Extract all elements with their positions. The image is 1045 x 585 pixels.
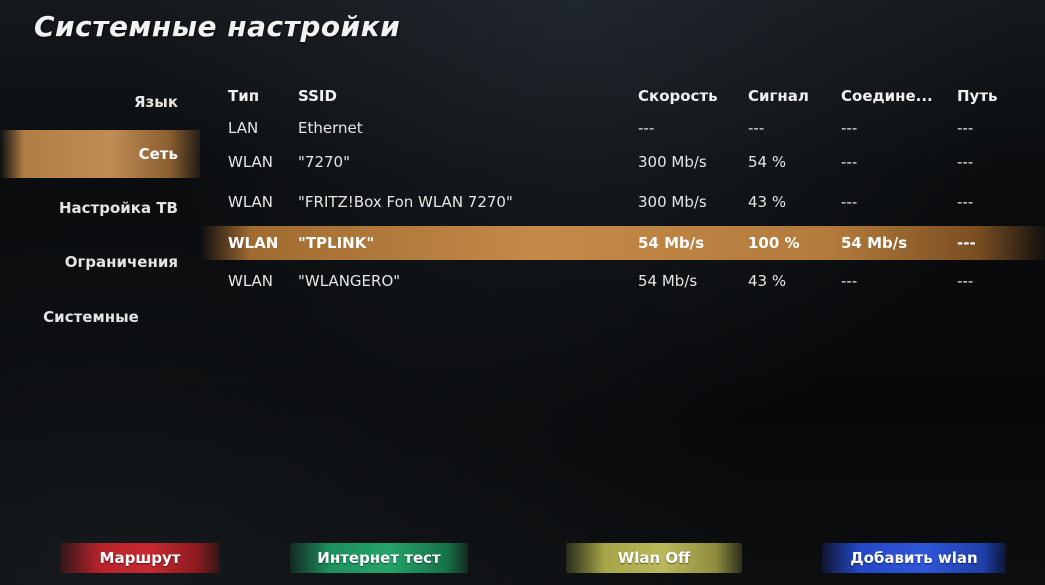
sidebar-menu: Язык Сеть Настройка ТВ Ограничения Систе… <box>0 80 200 342</box>
internet-test-button[interactable]: Интернет тест <box>290 543 468 573</box>
table-header: Тип SSID Скорость Сигнал Соедине... Путь <box>200 78 1045 114</box>
cell-signal: --- <box>748 119 765 137</box>
color-button-bar: Маршрут Интернет тест Wlan Off Добавить … <box>0 543 1045 579</box>
cell-type: LAN <box>228 119 259 137</box>
cell-type: WLAN <box>228 153 274 171</box>
column-header-speed: Скорость <box>638 87 718 105</box>
sidebar-item-system[interactable]: Системные <box>0 292 200 342</box>
cell-connection: --- <box>841 119 858 137</box>
sidebar-item-network[interactable]: Сеть <box>0 130 200 178</box>
table-row[interactable]: WLAN "WLANGERO" 54 Mb/s 43 % --- --- <box>200 264 1045 298</box>
page-title: Системные настройки <box>34 10 401 43</box>
cell-connection: 54 Mb/s <box>841 234 908 252</box>
cell-ssid: "7270" <box>298 153 350 171</box>
cell-type: WLAN <box>228 272 274 290</box>
sidebar-item-language[interactable]: Язык <box>0 80 200 124</box>
route-button[interactable]: Маршрут <box>60 543 220 573</box>
cell-ssid: Ethernet <box>298 119 363 137</box>
column-header-type: Тип <box>228 87 260 105</box>
cell-signal: 43 % <box>748 193 787 211</box>
table-row[interactable]: WLAN "FRITZ!Box Fon WLAN 7270" 300 Mb/s … <box>200 182 1045 222</box>
cell-type: WLAN <box>228 234 279 252</box>
column-header-path: Путь <box>957 87 998 105</box>
network-table: Тип SSID Скорость Сигнал Соедине... Путь… <box>200 78 1045 298</box>
cell-connection: --- <box>841 272 858 290</box>
cell-path: --- <box>957 119 974 137</box>
cell-ssid: "WLANGERO" <box>298 272 401 290</box>
cell-signal: 100 % <box>748 234 800 252</box>
column-header-signal: Сигнал <box>748 87 809 105</box>
settings-screen: Системные настройки Язык Сеть Настройка … <box>0 0 1045 585</box>
cell-type: WLAN <box>228 193 274 211</box>
cell-connection: --- <box>841 193 858 211</box>
cell-signal: 54 % <box>748 153 787 171</box>
cell-ssid: "FRITZ!Box Fon WLAN 7270" <box>298 193 513 211</box>
cell-speed: 54 Mb/s <box>638 272 698 290</box>
sidebar-item-restrictions[interactable]: Ограничения <box>0 232 200 292</box>
add-wlan-button[interactable]: Добавить wlan <box>822 543 1006 573</box>
cell-speed: 300 Mb/s <box>638 153 707 171</box>
table-row[interactable]: LAN Ethernet --- --- --- --- <box>200 114 1045 142</box>
cell-speed: 54 Mb/s <box>638 234 705 252</box>
cell-signal: 43 % <box>748 272 787 290</box>
cell-speed: --- <box>638 119 655 137</box>
sidebar-item-tv-setup[interactable]: Настройка ТВ <box>0 184 200 232</box>
cell-path: --- <box>957 272 974 290</box>
column-header-ssid: SSID <box>298 87 337 105</box>
cell-path: --- <box>957 153 974 171</box>
cell-speed: 300 Mb/s <box>638 193 707 211</box>
cell-path: --- <box>957 193 974 211</box>
cell-connection: --- <box>841 153 858 171</box>
cell-ssid: "TPLINK" <box>298 234 375 252</box>
cell-path: --- <box>957 234 976 252</box>
wlan-off-button[interactable]: Wlan Off <box>566 543 742 573</box>
table-row[interactable]: WLAN "7270" 300 Mb/s 54 % --- --- <box>200 142 1045 182</box>
column-header-connection: Соедине... <box>841 87 933 105</box>
table-row-selected[interactable]: WLAN "TPLINK" 54 Mb/s 100 % 54 Mb/s --- <box>200 226 1045 260</box>
